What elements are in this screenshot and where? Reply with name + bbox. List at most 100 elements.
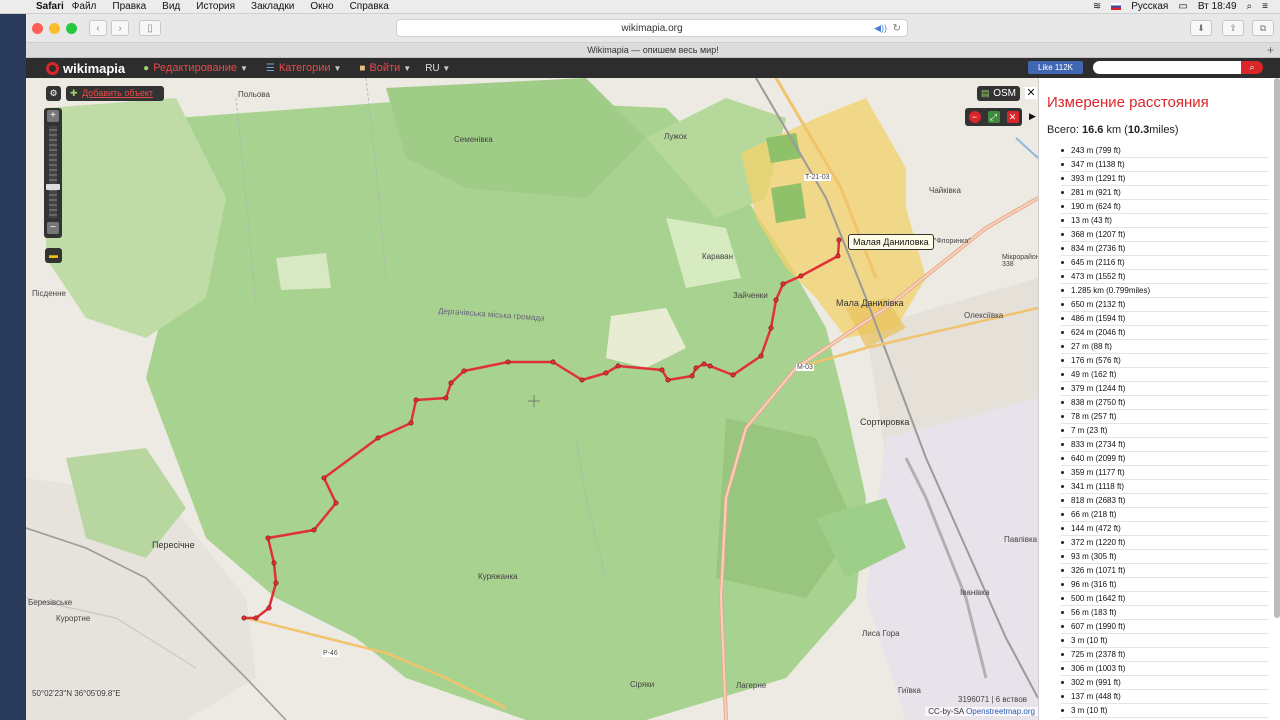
segment-item: 96 m (316 ft)	[1061, 578, 1269, 592]
wikimapia-logo-text: wikimapia	[63, 60, 126, 76]
place-label: Березівське	[28, 598, 73, 607]
road-label: Р-46	[322, 650, 339, 657]
tab-bar: Wikimapia — опишем весь мир! +	[26, 42, 1280, 58]
segment-item: 393 m (1291 ft)	[1061, 172, 1269, 186]
segment-item: 49 m (162 ft)	[1061, 368, 1269, 382]
panel-scrollbar[interactable]	[1274, 78, 1280, 618]
menu-edit[interactable]: ● Редактирование ▼	[143, 62, 248, 74]
search-input[interactable]	[1093, 61, 1241, 74]
menubar-item-window[interactable]: Окно	[302, 1, 341, 12]
place-label: Гиївка	[898, 686, 921, 695]
clear-measure-button[interactable]: ✕	[1006, 111, 1019, 123]
categories-icon: ☰	[265, 62, 275, 74]
language-selector[interactable]: RU ▼	[425, 63, 450, 74]
new-tab-button[interactable]: +	[1267, 43, 1274, 58]
segment-item: 372 m (1220 ft)	[1061, 536, 1269, 550]
panel-title: Измерение расстояния	[1047, 94, 1209, 111]
share-button[interactable]: ⇧	[1222, 20, 1244, 36]
menubar-item-file[interactable]: Файл	[64, 1, 105, 12]
sidebar-toggle-button[interactable]: ▯	[139, 20, 161, 36]
map-settings-button[interactable]: ⚙	[46, 86, 61, 101]
map-layer-button[interactable]: ▤ OSM	[977, 86, 1020, 101]
segment-list: 243 m (799 ft) 347 m (1138 ft) 393 m (1291…	[1061, 144, 1269, 718]
place-label: Семенівка	[454, 135, 493, 144]
map-canvas[interactable]: Польова Семенівка Лужок Чайківка Караван…	[26, 78, 1038, 720]
flag-icon	[1111, 3, 1122, 10]
zoom-slider[interactable]	[49, 126, 57, 218]
wikimapia-logo[interactable]: wikimapia	[46, 61, 125, 76]
menubar-item-history[interactable]: История	[188, 1, 243, 12]
place-label: Павлівка	[1004, 535, 1038, 544]
place-label: Куряжанка	[478, 572, 518, 581]
clock[interactable]: Вт 18:49	[1198, 1, 1237, 12]
scale-readout: 3196071 | 6 вствов	[958, 695, 1028, 704]
menu-login[interactable]: ■ Войти ▼	[359, 62, 411, 74]
facebook-like-button[interactable]: Like 112K	[1028, 61, 1083, 74]
segment-item: 834 m (2736 ft)	[1061, 242, 1269, 256]
remove-point-button[interactable]: −	[968, 111, 981, 123]
segment-item: 3 m (10 ft)	[1061, 704, 1269, 718]
menubar-app-name[interactable]: Safari	[22, 1, 64, 12]
downloads-button[interactable]: ⬇	[1190, 20, 1212, 36]
add-object-button[interactable]: ✚ Добавить объект	[66, 86, 164, 101]
minimize-window-button[interactable]	[49, 22, 60, 34]
browser-toolbar: ‹ › ▯ wikimapia.org ◀)) ↻ ⬇ ⇧ ⧉	[26, 14, 1280, 42]
ruler-button[interactable]: ▬	[45, 248, 62, 263]
search-button[interactable]: ⌕	[1241, 61, 1263, 74]
segment-item: 1.285 km (0.799miles)	[1061, 284, 1269, 298]
fit-route-button[interactable]: ⤢	[987, 111, 1000, 123]
menu-categories[interactable]: ☰ Категории ▼	[266, 62, 342, 74]
menubar-item-view[interactable]: Вид	[154, 1, 188, 12]
reload-icon[interactable]: ↻	[893, 20, 901, 37]
chevron-down-icon: ▼	[239, 63, 248, 73]
add-object-label: Добавить объект	[82, 88, 153, 98]
audio-icon[interactable]: ◀))	[874, 20, 887, 37]
place-label: Олексіївка	[964, 311, 1004, 320]
segment-item: 302 m (991 ft)	[1061, 676, 1269, 690]
menubar-item-edit[interactable]: Правка	[104, 1, 154, 12]
segment-item: 833 m (2734 ft)	[1061, 438, 1269, 452]
segment-item: 78 m (257 ft)	[1061, 410, 1269, 424]
menubar-item-bookmarks[interactable]: Закладки	[243, 1, 302, 12]
tab-title[interactable]: Wikimapia — опишем весь мир!	[587, 45, 718, 55]
close-window-button[interactable]	[32, 22, 43, 34]
coordinates-readout: 50°02'23"N 36°05'09.8"E	[32, 689, 121, 698]
total-km: 16.6	[1081, 124, 1104, 136]
segment-item: 144 m (472 ft)	[1061, 522, 1269, 536]
close-icon[interactable]: ✕	[1025, 87, 1037, 99]
segment-item: 190 m (624 ft)	[1061, 200, 1269, 214]
attribution-link[interactable]: Openstreetmap.org	[966, 707, 1035, 716]
segment-item: 379 m (1244 ft)	[1061, 382, 1269, 396]
segment-item: 645 m (2116 ft)	[1061, 256, 1269, 270]
tabs-overview-button[interactable]: ⧉	[1252, 20, 1274, 36]
segment-item: 725 m (2378 ft)	[1061, 648, 1269, 662]
place-label: Курортне	[56, 614, 91, 623]
place-label: Чайківка	[929, 186, 961, 195]
forward-button[interactable]: ›	[111, 20, 129, 36]
place-label: Лиса Гора	[862, 629, 900, 638]
back-button[interactable]: ‹	[89, 20, 107, 36]
segment-item: 500 m (1642 ft)	[1061, 592, 1269, 606]
place-label: Мікрорайон 338	[1002, 254, 1038, 268]
battery-icon[interactable]: ▭	[1178, 1, 1187, 12]
zoom-in-button[interactable]: +	[47, 110, 59, 122]
zoom-slider-handle[interactable]	[46, 184, 60, 190]
wifi-icon[interactable]: ≋	[1093, 1, 1101, 12]
total-miles: 10.3	[1127, 124, 1150, 136]
collapse-arrow-icon[interactable]: ▶	[1029, 111, 1036, 122]
road-label: Т-21-03	[804, 174, 831, 181]
place-label: Караван	[702, 252, 734, 261]
place-label: Лужок	[664, 132, 687, 141]
menu-list-icon[interactable]: ≡	[1262, 1, 1268, 12]
map-tooltip: Малая Даниловка	[848, 234, 934, 250]
zoom-out-button[interactable]: −	[47, 222, 59, 234]
input-language[interactable]: Русская	[1131, 1, 1168, 12]
place-label: Пересічне	[152, 540, 195, 550]
zoom-window-button[interactable]	[66, 22, 77, 34]
segment-item: 7 m (23 ft)	[1061, 424, 1269, 438]
menubar-item-help[interactable]: Справка	[342, 1, 397, 12]
map-attribution: CC-by-SA Openstreetmap.org	[925, 707, 1038, 716]
address-bar[interactable]: wikimapia.org ◀)) ↻	[396, 19, 908, 37]
place-label: Польова	[238, 90, 270, 99]
spotlight-icon[interactable]: ⌕	[1247, 1, 1253, 12]
